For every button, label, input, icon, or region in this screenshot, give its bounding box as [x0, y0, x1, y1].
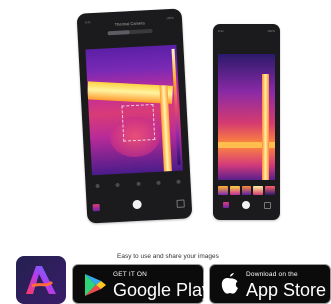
palette-option[interactable]: [253, 186, 264, 195]
apple-badge-large-text: App Store: [246, 280, 327, 300]
palette-option[interactable]: [265, 186, 275, 195]
mode-switch[interactable]: [107, 28, 153, 36]
palette-option[interactable]: [229, 186, 240, 195]
palette-selector: [218, 186, 275, 195]
palette-option[interactable]: [218, 186, 228, 195]
control-button[interactable]: [135, 181, 141, 187]
camera-controls: [95, 177, 181, 191]
measurement-box[interactable]: [121, 103, 156, 142]
control-button[interactable]: [115, 182, 120, 188]
thermal-app-icon[interactable]: [16, 256, 66, 304]
status-battery: 100%: [267, 29, 275, 33]
google-play-badge[interactable]: GET IT ON Google Play: [72, 264, 211, 304]
apple-icon: [221, 273, 238, 294]
app-store-badge[interactable]: Download on the App Store: [209, 264, 331, 304]
status-time: 9:41: [218, 29, 224, 33]
google-badge-large-text: Google Play: [113, 280, 212, 300]
google-badge-small-text: GET IT ON: [113, 271, 148, 278]
control-button[interactable]: [95, 183, 100, 189]
status-bar: 9:41 100%: [218, 29, 275, 35]
switch-camera-icon[interactable]: [264, 202, 271, 209]
gallery-thumbnail[interactable]: [92, 203, 100, 212]
shutter-button[interactable]: [132, 199, 142, 210]
thermal-image-view[interactable]: [85, 44, 183, 176]
mode-switch-active[interactable]: [107, 30, 130, 36]
thermal-app-icon-graphic: [26, 266, 56, 294]
tagline: Easy to use and share your images: [117, 253, 219, 260]
control-button[interactable]: [156, 180, 161, 185]
phone-mockup-small: 9:41 100%: [213, 24, 280, 220]
apple-badge-small-text: Download on the: [246, 271, 298, 278]
temperature-scale-bar: [171, 48, 181, 165]
phone-mockup-large: 9:41 100% Thermal Camera: [76, 8, 193, 224]
thermal-image-view[interactable]: [218, 54, 275, 180]
shutter-button[interactable]: [242, 201, 250, 209]
google-play-icon: [85, 274, 106, 296]
switch-camera-icon[interactable]: [176, 199, 185, 208]
gallery-thumbnail[interactable]: [223, 202, 229, 208]
control-button[interactable]: [176, 179, 181, 184]
thermal-hot-pillar: [262, 74, 269, 180]
palette-option[interactable]: [241, 186, 252, 195]
